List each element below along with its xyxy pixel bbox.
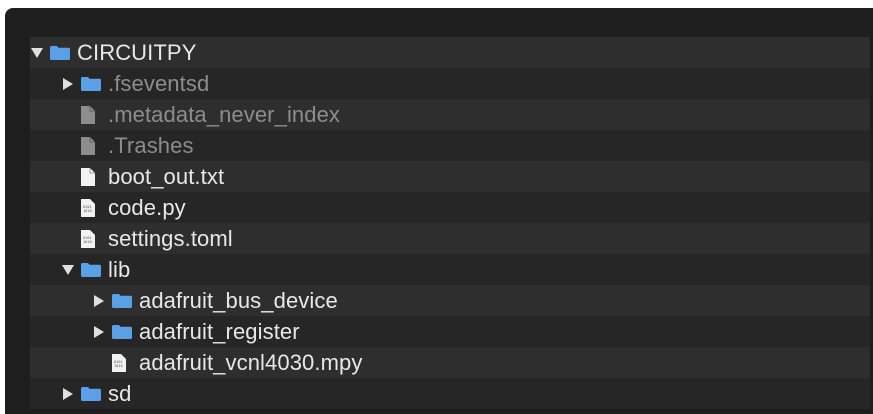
file-browser-window: CIRCUITPY .fseventsd .metadata_never_index… <box>5 8 873 414</box>
disclosure-open-icon[interactable] <box>30 46 44 60</box>
tree-item-label: sd <box>108 380 132 406</box>
file-icon <box>81 136 103 156</box>
tree-item-label: .metadata_never_index <box>108 101 341 127</box>
folder-icon <box>112 291 134 311</box>
folder-icon <box>81 260 103 280</box>
file-tree: CIRCUITPY .fseventsd .metadata_never_index… <box>30 37 870 409</box>
tree-item-label: settings.toml <box>108 225 233 251</box>
tree-row-circuitpy[interactable]: CIRCUITPY <box>30 37 870 68</box>
folder-icon <box>112 322 134 342</box>
tree-item-label: adafruit_bus_device <box>139 287 338 313</box>
tree-row-trashes[interactable]: .Trashes <box>30 130 870 161</box>
tree-row-lib[interactable]: lib <box>30 254 870 285</box>
binary-file-icon: 0101 1010 <box>112 353 134 373</box>
file-icon <box>81 105 103 125</box>
tree-row-adafruit-bus-device[interactable]: adafruit_bus_device <box>30 285 870 316</box>
tree-row-fseventsd[interactable]: .fseventsd <box>30 68 870 99</box>
tree-row-boot-out-txt[interactable]: boot_out.txt <box>30 161 870 192</box>
disclosure-open-icon[interactable] <box>61 263 75 277</box>
tree-item-label: adafruit_register <box>139 318 300 344</box>
tree-row-sd[interactable]: sd <box>30 378 870 409</box>
tree-item-label: CIRCUITPY <box>77 39 197 65</box>
folder-icon <box>81 384 103 404</box>
tree-item-label: boot_out.txt <box>108 163 225 189</box>
binary-file-icon: 0101 1010 <box>81 229 103 249</box>
tree-row-metadata-never-index[interactable]: .metadata_never_index <box>30 99 870 130</box>
disclosure-closed-icon[interactable] <box>92 325 106 339</box>
folder-icon <box>81 74 103 94</box>
tree-item-label: code.py <box>108 194 186 220</box>
tree-row-code-py[interactable]: 0101 1010 code.py <box>30 192 870 223</box>
binary-file-icon: 0101 1010 <box>81 198 103 218</box>
disclosure-closed-icon[interactable] <box>61 77 75 91</box>
folder-icon <box>50 43 72 63</box>
disclosure-closed-icon[interactable] <box>61 387 75 401</box>
tree-item-label: adafruit_vcnl4030.mpy <box>139 349 363 375</box>
tree-row-adafruit-register[interactable]: adafruit_register <box>30 316 870 347</box>
tree-row-settings-toml[interactable]: 0101 1010 settings.toml <box>30 223 870 254</box>
svg-text:1010: 1010 <box>83 240 92 244</box>
tree-item-label: .Trashes <box>108 132 194 158</box>
tree-item-label: .fseventsd <box>108 70 210 96</box>
disclosure-closed-icon[interactable] <box>92 294 106 308</box>
tree-item-label: lib <box>108 256 131 282</box>
svg-text:1010: 1010 <box>83 209 92 213</box>
svg-text:1010: 1010 <box>114 364 123 368</box>
file-icon <box>81 167 103 187</box>
tree-row-adafruit-vcnl4030-mpy[interactable]: 0101 1010 adafruit_vcnl4030.mpy <box>30 347 870 378</box>
